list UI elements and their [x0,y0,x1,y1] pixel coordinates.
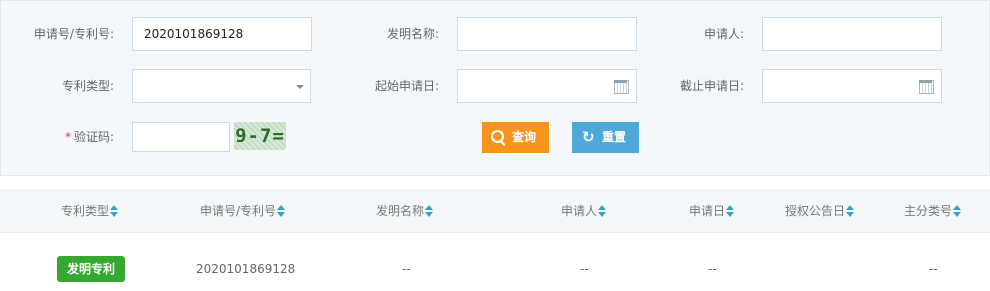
calendar-icon[interactable] [919,80,934,94]
column-label: 申请日 [689,204,726,218]
query-button[interactable]: 查询 [482,122,549,153]
column-label: 发明名称 [376,204,425,218]
column-label: 授权公告日 [785,204,846,218]
patent-type-badge: 发明专利 [57,256,125,282]
sort-icon[interactable] [277,204,286,217]
sort-icon[interactable] [953,204,962,217]
start-date-label: 起始申请日: [374,79,439,93]
cell-class-no: -- [929,262,938,276]
reset-button-label: 重置 [602,130,627,144]
invention-name-label: 发明名称: [386,27,439,41]
sort-icon[interactable] [598,204,607,217]
column-label: 主分类号 [904,204,953,218]
app-no-input[interactable]: 2020101869128 [132,17,312,51]
app-no-value: 2020101869128 [144,27,244,41]
column-header-app-no[interactable]: 申请号/专利号 [200,191,286,232]
column-header-class-no[interactable]: 主分类号 [904,191,962,232]
required-mark: * [64,130,71,144]
cell-app-date: -- [708,262,717,276]
captcha-label: * 验证码: [10,120,114,154]
cell-applicant: -- [580,262,589,276]
invention-name-input[interactable] [457,17,637,51]
column-header-grant-date[interactable]: 授权公告日 [785,191,855,232]
column-header-app-date[interactable]: 申请日 [689,191,735,232]
end-date-input[interactable] [762,69,942,103]
sort-icon[interactable] [110,204,119,217]
column-header-patent-type[interactable]: 专利类型 [61,191,119,232]
patent-type-label: 专利类型: [61,79,114,93]
app-no-label: 申请号/专利号: [33,27,114,41]
refresh-icon: ↻ [582,128,595,146]
captcha-image[interactable]: 9-7= [234,122,286,150]
cell-app-no[interactable]: 2020101869128 [196,256,295,282]
table-header: 专利类型 申请号/专利号 发明名称 申请人 申请日 授权公告日 主分类号 [0,190,990,233]
captcha-input[interactable] [132,122,230,152]
captcha-label-text: 验证码: [73,130,114,144]
end-date-label: 截止申请日: [679,79,744,93]
calendar-icon[interactable] [614,80,629,94]
start-date-input[interactable] [457,69,637,103]
table-row [0,240,990,291]
sort-icon[interactable] [846,204,855,217]
applicant-label: 申请人: [703,27,744,41]
sort-icon[interactable] [425,204,434,217]
patent-type-select[interactable] [132,69,311,103]
applicant-input[interactable] [762,17,942,51]
column-header-applicant[interactable]: 申请人 [561,191,607,232]
column-label: 专利类型 [61,204,110,218]
reset-button[interactable]: ↻ 重置 [572,122,639,153]
column-label: 申请人 [561,204,598,218]
chevron-down-icon [296,85,304,89]
sort-icon[interactable] [726,204,735,217]
column-label: 申请号/专利号 [200,204,277,218]
search-icon [491,130,504,143]
column-header-invention-name[interactable]: 发明名称 [376,191,434,232]
cell-invention-name: -- [402,262,411,276]
query-button-label: 查询 [512,130,537,144]
